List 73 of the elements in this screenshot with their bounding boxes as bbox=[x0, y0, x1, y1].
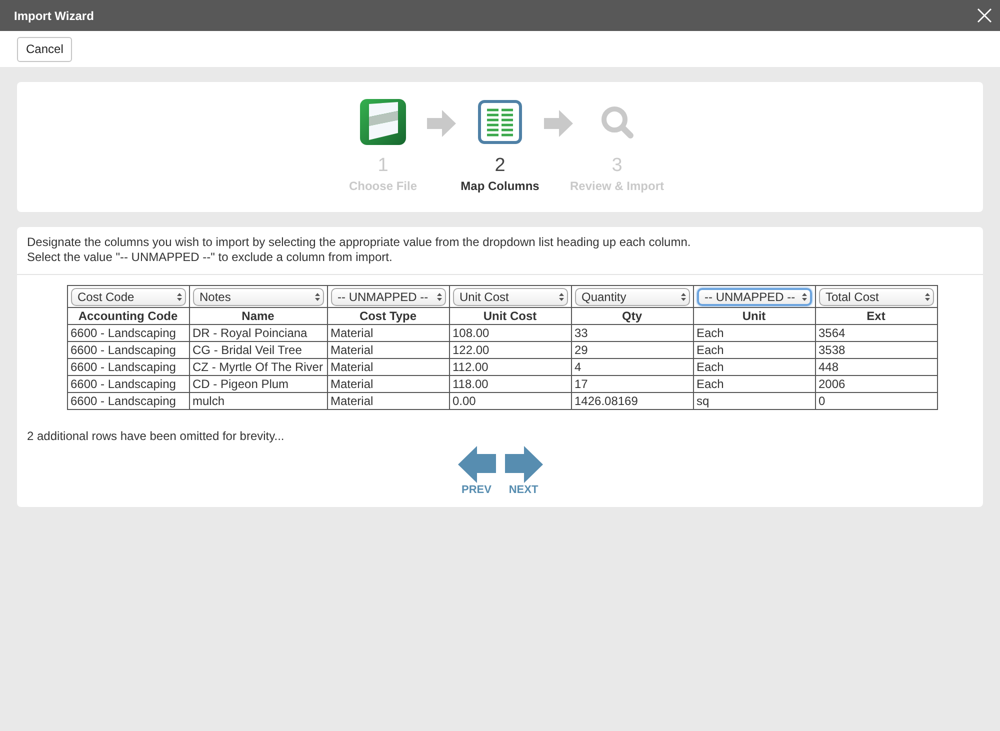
window-title: Import Wizard bbox=[14, 8, 94, 24]
table-cell: 6600 - Landscaping bbox=[67, 392, 189, 410]
table-cell: Material bbox=[327, 358, 449, 376]
updown-caret-icon bbox=[680, 292, 686, 300]
s-logo-icon bbox=[360, 99, 406, 145]
updown-caret-icon bbox=[802, 292, 806, 300]
table-cell: CD - Pigeon Plum bbox=[189, 376, 327, 392]
left-arrow-icon bbox=[458, 446, 496, 483]
header-cell: Unit bbox=[693, 308, 815, 324]
updown-caret-icon bbox=[558, 292, 564, 300]
table-cell: 6600 - Landscaping bbox=[67, 324, 189, 342]
instruction-text: Select the value "-- UNMAPPED --" to exclude a column from import. bbox=[27, 250, 394, 265]
updown-caret-icon bbox=[314, 292, 320, 300]
magnifier-icon bbox=[600, 106, 634, 138]
column-dropdown[interactable]: Cost Code bbox=[70, 288, 186, 306]
header-cell: Unit Cost bbox=[449, 308, 571, 324]
updown-caret-icon bbox=[924, 292, 930, 300]
table-cell: 2006 bbox=[815, 376, 937, 392]
table-cell: Material bbox=[327, 342, 449, 358]
table-cell: sq bbox=[693, 392, 815, 410]
column-dropdown[interactable]: Unit Cost bbox=[452, 288, 568, 306]
right-arrow-icon bbox=[504, 446, 542, 483]
table-cell: 112.00 bbox=[449, 358, 571, 376]
table-cell: mulch bbox=[189, 392, 327, 410]
table-cell: 17 bbox=[571, 376, 693, 392]
cancel-button[interactable]: Cancel bbox=[17, 36, 72, 62]
header-cell: Qty bbox=[571, 308, 693, 324]
table-cell: Each bbox=[693, 376, 815, 392]
table-cell: Material bbox=[327, 392, 449, 410]
table-cell: Each bbox=[693, 324, 815, 342]
table-cell: Each bbox=[693, 342, 815, 358]
table-cell: 6600 - Landscaping bbox=[67, 376, 189, 392]
omitted-rows-note: 2 additional rows have been omitted for brevity... bbox=[26, 429, 286, 444]
close-icon bbox=[976, 8, 992, 23]
step-label: Map Columns bbox=[460, 178, 540, 194]
table-cell: Material bbox=[327, 376, 449, 392]
right-arrow-icon bbox=[544, 110, 573, 137]
prev-button[interactable]: PREV bbox=[458, 446, 496, 497]
table-cell: 33 bbox=[571, 324, 693, 342]
table-cell: CG - Bridal Veil Tree bbox=[189, 342, 327, 358]
header-cell: Name bbox=[189, 308, 327, 324]
column-dropdown[interactable]: -- UNMAPPED -- bbox=[330, 288, 446, 306]
table-cell: 448 bbox=[815, 358, 937, 376]
table-cell: 1426.08169 bbox=[571, 392, 693, 410]
table-list-icon bbox=[478, 100, 522, 144]
updown-caret-icon bbox=[436, 292, 442, 300]
table-cell: 3564 bbox=[815, 324, 937, 342]
table-cell: 4 bbox=[571, 358, 693, 376]
right-arrow-icon bbox=[427, 110, 456, 137]
header-cell: Cost Type bbox=[327, 308, 449, 324]
table-cell: CZ - Myrtle Of The River bbox=[189, 358, 327, 376]
table-cell: 29 bbox=[571, 342, 693, 358]
table-cell: Material bbox=[327, 324, 449, 342]
table-cell: 0.00 bbox=[449, 392, 571, 410]
header-cell: Accounting Code bbox=[67, 308, 189, 324]
next-button[interactable]: NEXT bbox=[504, 446, 542, 497]
instruction-text: Designate the columns you wish to import by selecting the appropriate value from the dropdown list heading up each column. bbox=[27, 235, 692, 250]
table-cell: 122.00 bbox=[449, 342, 571, 358]
table-cell: 0 bbox=[815, 392, 937, 410]
table-cell: 6600 - Landscaping bbox=[67, 358, 189, 376]
table-cell: 118.00 bbox=[449, 376, 571, 392]
column-dropdown[interactable]: -- UNMAPPED -- bbox=[696, 288, 812, 306]
column-dropdown[interactable]: Quantity bbox=[574, 288, 690, 306]
table-cell: 6600 - Landscaping bbox=[67, 342, 189, 358]
table-cell: DR - Royal Poinciana bbox=[189, 324, 327, 342]
table-cell: 3538 bbox=[815, 342, 937, 358]
table-cell: 108.00 bbox=[449, 324, 571, 342]
step-number: 2 bbox=[494, 155, 506, 177]
updown-caret-icon bbox=[176, 292, 182, 300]
table-cell: Each bbox=[693, 358, 815, 376]
header-cell: Ext bbox=[815, 308, 937, 324]
column-dropdown[interactable]: Total Cost bbox=[818, 288, 934, 306]
column-dropdown[interactable]: Notes bbox=[192, 288, 324, 306]
